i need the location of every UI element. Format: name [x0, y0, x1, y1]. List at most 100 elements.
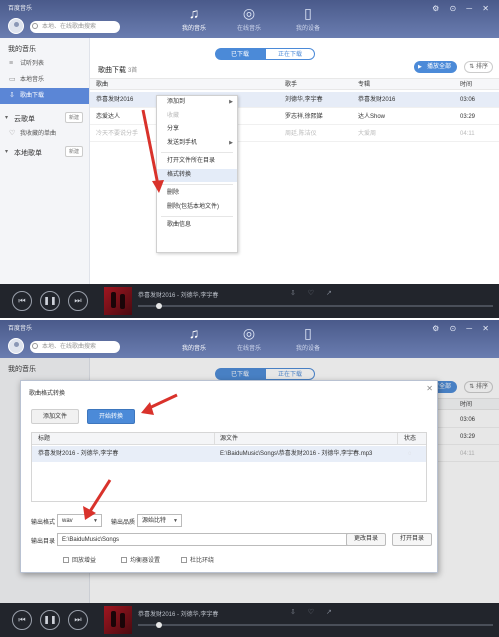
- submenu-arrow-icon: ▶: [229, 99, 233, 105]
- song-artist[interactable]: 罗志祥,徐熙娣: [285, 109, 323, 125]
- previous-button[interactable]: ⏮: [12, 610, 32, 630]
- start-convert-button[interactable]: 开始转换: [87, 409, 135, 424]
- submenu-arrow-icon: ▶: [229, 139, 233, 146]
- album-cover[interactable]: [104, 287, 132, 315]
- song-artist[interactable]: 刘德华,李宇春: [285, 92, 323, 108]
- search-input[interactable]: 本地、在线歌曲搜索: [30, 21, 120, 33]
- dolby-checkbox[interactable]: 杜比环绕: [181, 555, 214, 564]
- main-panel: 已下载 正在下载 歌曲下载 3首 播放全部 ⇅ 排序 歌曲 歌手 专辑 时间 恭…: [90, 38, 499, 284]
- col-time[interactable]: 时间: [460, 79, 472, 91]
- play-all-button[interactable]: 播放全部: [413, 61, 457, 73]
- sidebar-item-local-music[interactable]: ▭ 本地音乐: [0, 72, 89, 88]
- nav-label: 我的设备: [295, 26, 320, 32]
- song-album[interactable]: 大爱周: [358, 126, 376, 142]
- progress-bar[interactable]: [138, 622, 493, 628]
- col-artist[interactable]: 歌手: [285, 79, 297, 91]
- output-quality-select[interactable]: 源始比特 ▼: [137, 514, 182, 527]
- previous-icon: ⏮: [18, 615, 26, 624]
- song-album[interactable]: 恭喜发财2016: [358, 92, 395, 108]
- pause-button[interactable]: ❚❚: [40, 291, 60, 311]
- sidebar-heading-cloud[interactable]: ▾ 云歌单 新建: [0, 108, 89, 126]
- col-album[interactable]: 专辑: [358, 79, 370, 91]
- menu-item-send-to-phone[interactable]: 发送到手机 ▶: [157, 137, 237, 151]
- nav-my-music[interactable]: ♫ 我的音乐: [174, 5, 214, 32]
- equalizer-checkbox[interactable]: 均衡器设置: [121, 555, 160, 564]
- output-quality-value: 源始比特: [142, 518, 167, 524]
- next-button[interactable]: ⏭: [68, 291, 88, 311]
- song-album[interactable]: 达人Show: [358, 109, 385, 125]
- menu-item-delete[interactable]: 删除: [157, 187, 237, 201]
- song-artist[interactable]: 周廷,陈洁仪: [285, 126, 317, 142]
- search-input[interactable]: 本地、在线歌曲搜索: [30, 341, 120, 353]
- menu-item-share[interactable]: 分享: [157, 123, 237, 137]
- globe-icon: ◎: [242, 325, 256, 341]
- table-row[interactable]: 恭喜发财2016 刘德华,李宇春 恭喜发财2016 03:06: [90, 92, 499, 108]
- progress-knob[interactable]: [156, 622, 162, 628]
- app-brand: 百度音乐: [8, 6, 33, 12]
- nav-my-device[interactable]: ▯ 我的设备: [288, 5, 328, 32]
- pause-icon: ❚❚: [43, 615, 57, 624]
- nav-online-music[interactable]: ◎ 在线音乐: [229, 5, 269, 32]
- song-title: 冷天不要说分手: [96, 131, 139, 137]
- tab-downloading[interactable]: 正在下载: [265, 48, 315, 60]
- replay-gain-checkbox[interactable]: 回放增益: [63, 555, 96, 564]
- output-dir-field[interactable]: E:\BaiduMusic\Songs: [57, 533, 363, 546]
- search-placeholder: 本地、在线歌曲搜索: [42, 344, 97, 350]
- checkbox-icon: [121, 557, 127, 563]
- previous-button[interactable]: ⏮: [12, 291, 32, 311]
- window-controls[interactable]: ⚙ ⊙ ─ ✕: [432, 324, 493, 333]
- music-note-icon: ♫: [188, 325, 200, 341]
- nav-my-device[interactable]: ▯ 我的设备: [288, 325, 328, 352]
- player-action-icons[interactable]: ⇩ ♡ ↗: [290, 608, 337, 616]
- tab-downloaded[interactable]: 已下载: [215, 48, 265, 60]
- player-bar: ⏮ ❚❚ ⏭ 恭喜发财2016 - 刘德华,李宇春 ⇩ ♡ ↗: [0, 284, 499, 318]
- sort-button[interactable]: ⇅ 排序: [464, 61, 493, 73]
- new-playlist-button[interactable]: 新建: [64, 112, 83, 123]
- sidebar-item-favorites[interactable]: ♡ 我收藏的单曲: [0, 126, 89, 142]
- player-action-icons[interactable]: ⇩ ♡ ↗: [290, 289, 337, 297]
- change-dir-button[interactable]: 更改目录: [346, 533, 386, 546]
- menu-item-song-info[interactable]: 歌曲信息: [157, 219, 237, 233]
- window-controls[interactable]: ⚙ ⊙ ─ ✕: [432, 4, 493, 13]
- song-time: 03:29: [460, 114, 476, 120]
- convert-table-row[interactable]: 恭喜发财2016 - 刘德华,李宇春 E:\BaiduMusic\Songs\恭…: [32, 446, 426, 462]
- open-dir-button[interactable]: 打开目录: [392, 533, 432, 546]
- sidebar-item-downloads[interactable]: ⇩ 歌曲下载: [0, 88, 89, 104]
- col-song[interactable]: 歌曲: [96, 79, 108, 91]
- output-format-select[interactable]: wav ▼: [57, 514, 102, 527]
- sidebar-item-preview-list[interactable]: ≡ 试听列表: [0, 56, 89, 72]
- table-row[interactable]: 恋爱达人 罗志祥,徐熙娣 达人Show 03:29: [90, 109, 499, 125]
- menu-item-add-to[interactable]: 添加到 ▶: [157, 96, 237, 110]
- sort-label: 排序: [475, 64, 488, 70]
- sidebar-heading-label: 本地歌单: [14, 150, 42, 157]
- close-icon[interactable]: ✕: [426, 384, 433, 393]
- add-file-button[interactable]: 添加文件: [31, 409, 79, 424]
- progress-bar[interactable]: [138, 303, 493, 309]
- sidebar-heading-local-playlist[interactable]: ▾ 本地歌单 新建: [0, 142, 89, 160]
- new-playlist-button[interactable]: 新建: [64, 146, 83, 157]
- next-button[interactable]: ⏭: [68, 610, 88, 630]
- nav-my-music[interactable]: ♫ 我的音乐: [174, 325, 214, 352]
- chevron-down-icon: ▼: [93, 518, 98, 524]
- music-app-window-1: 百度音乐 本地、在线歌曲搜索 ♫ 我的音乐 ◎ 在线音乐 ▯ 我的设备 ⚙ ⊙ ─ ✕…: [0, 0, 499, 318]
- menu-item-format-convert[interactable]: 格式转换: [157, 168, 237, 182]
- pause-button[interactable]: ❚❚: [40, 610, 60, 630]
- table-row[interactable]: 冷天不要说分手 周廷,陈洁仪 大爱周 04:11: [90, 126, 499, 142]
- nav-label: 在线音乐: [236, 346, 261, 352]
- menu-item-open-folder[interactable]: 打开文件所在目录: [157, 155, 237, 169]
- sidebar-item-label: 本地音乐: [20, 77, 45, 83]
- nav-label: 我的音乐: [181, 346, 206, 352]
- song-time: 04:11: [460, 131, 475, 137]
- menu-item-favorite[interactable]: 收藏: [157, 110, 237, 124]
- song-time: 03:06: [460, 97, 476, 103]
- nav-online-music[interactable]: ◎ 在线音乐: [229, 325, 269, 352]
- avatar[interactable]: [8, 338, 24, 354]
- avatar[interactable]: [8, 18, 24, 34]
- player-bar: ⏮ ❚❚ ⏭ 恭喜发财2016 - 刘德华,李宇春 ⇩ ♡ ↗: [0, 603, 499, 637]
- download-count: 3首: [127, 68, 138, 74]
- album-cover[interactable]: [104, 606, 132, 634]
- progress-knob[interactable]: [156, 303, 162, 309]
- menu-item-delete-with-file[interactable]: 删除(包括本地文件): [157, 201, 237, 215]
- nav-label: 在线音乐: [236, 26, 261, 32]
- menu-item-label: 添加到: [167, 99, 186, 105]
